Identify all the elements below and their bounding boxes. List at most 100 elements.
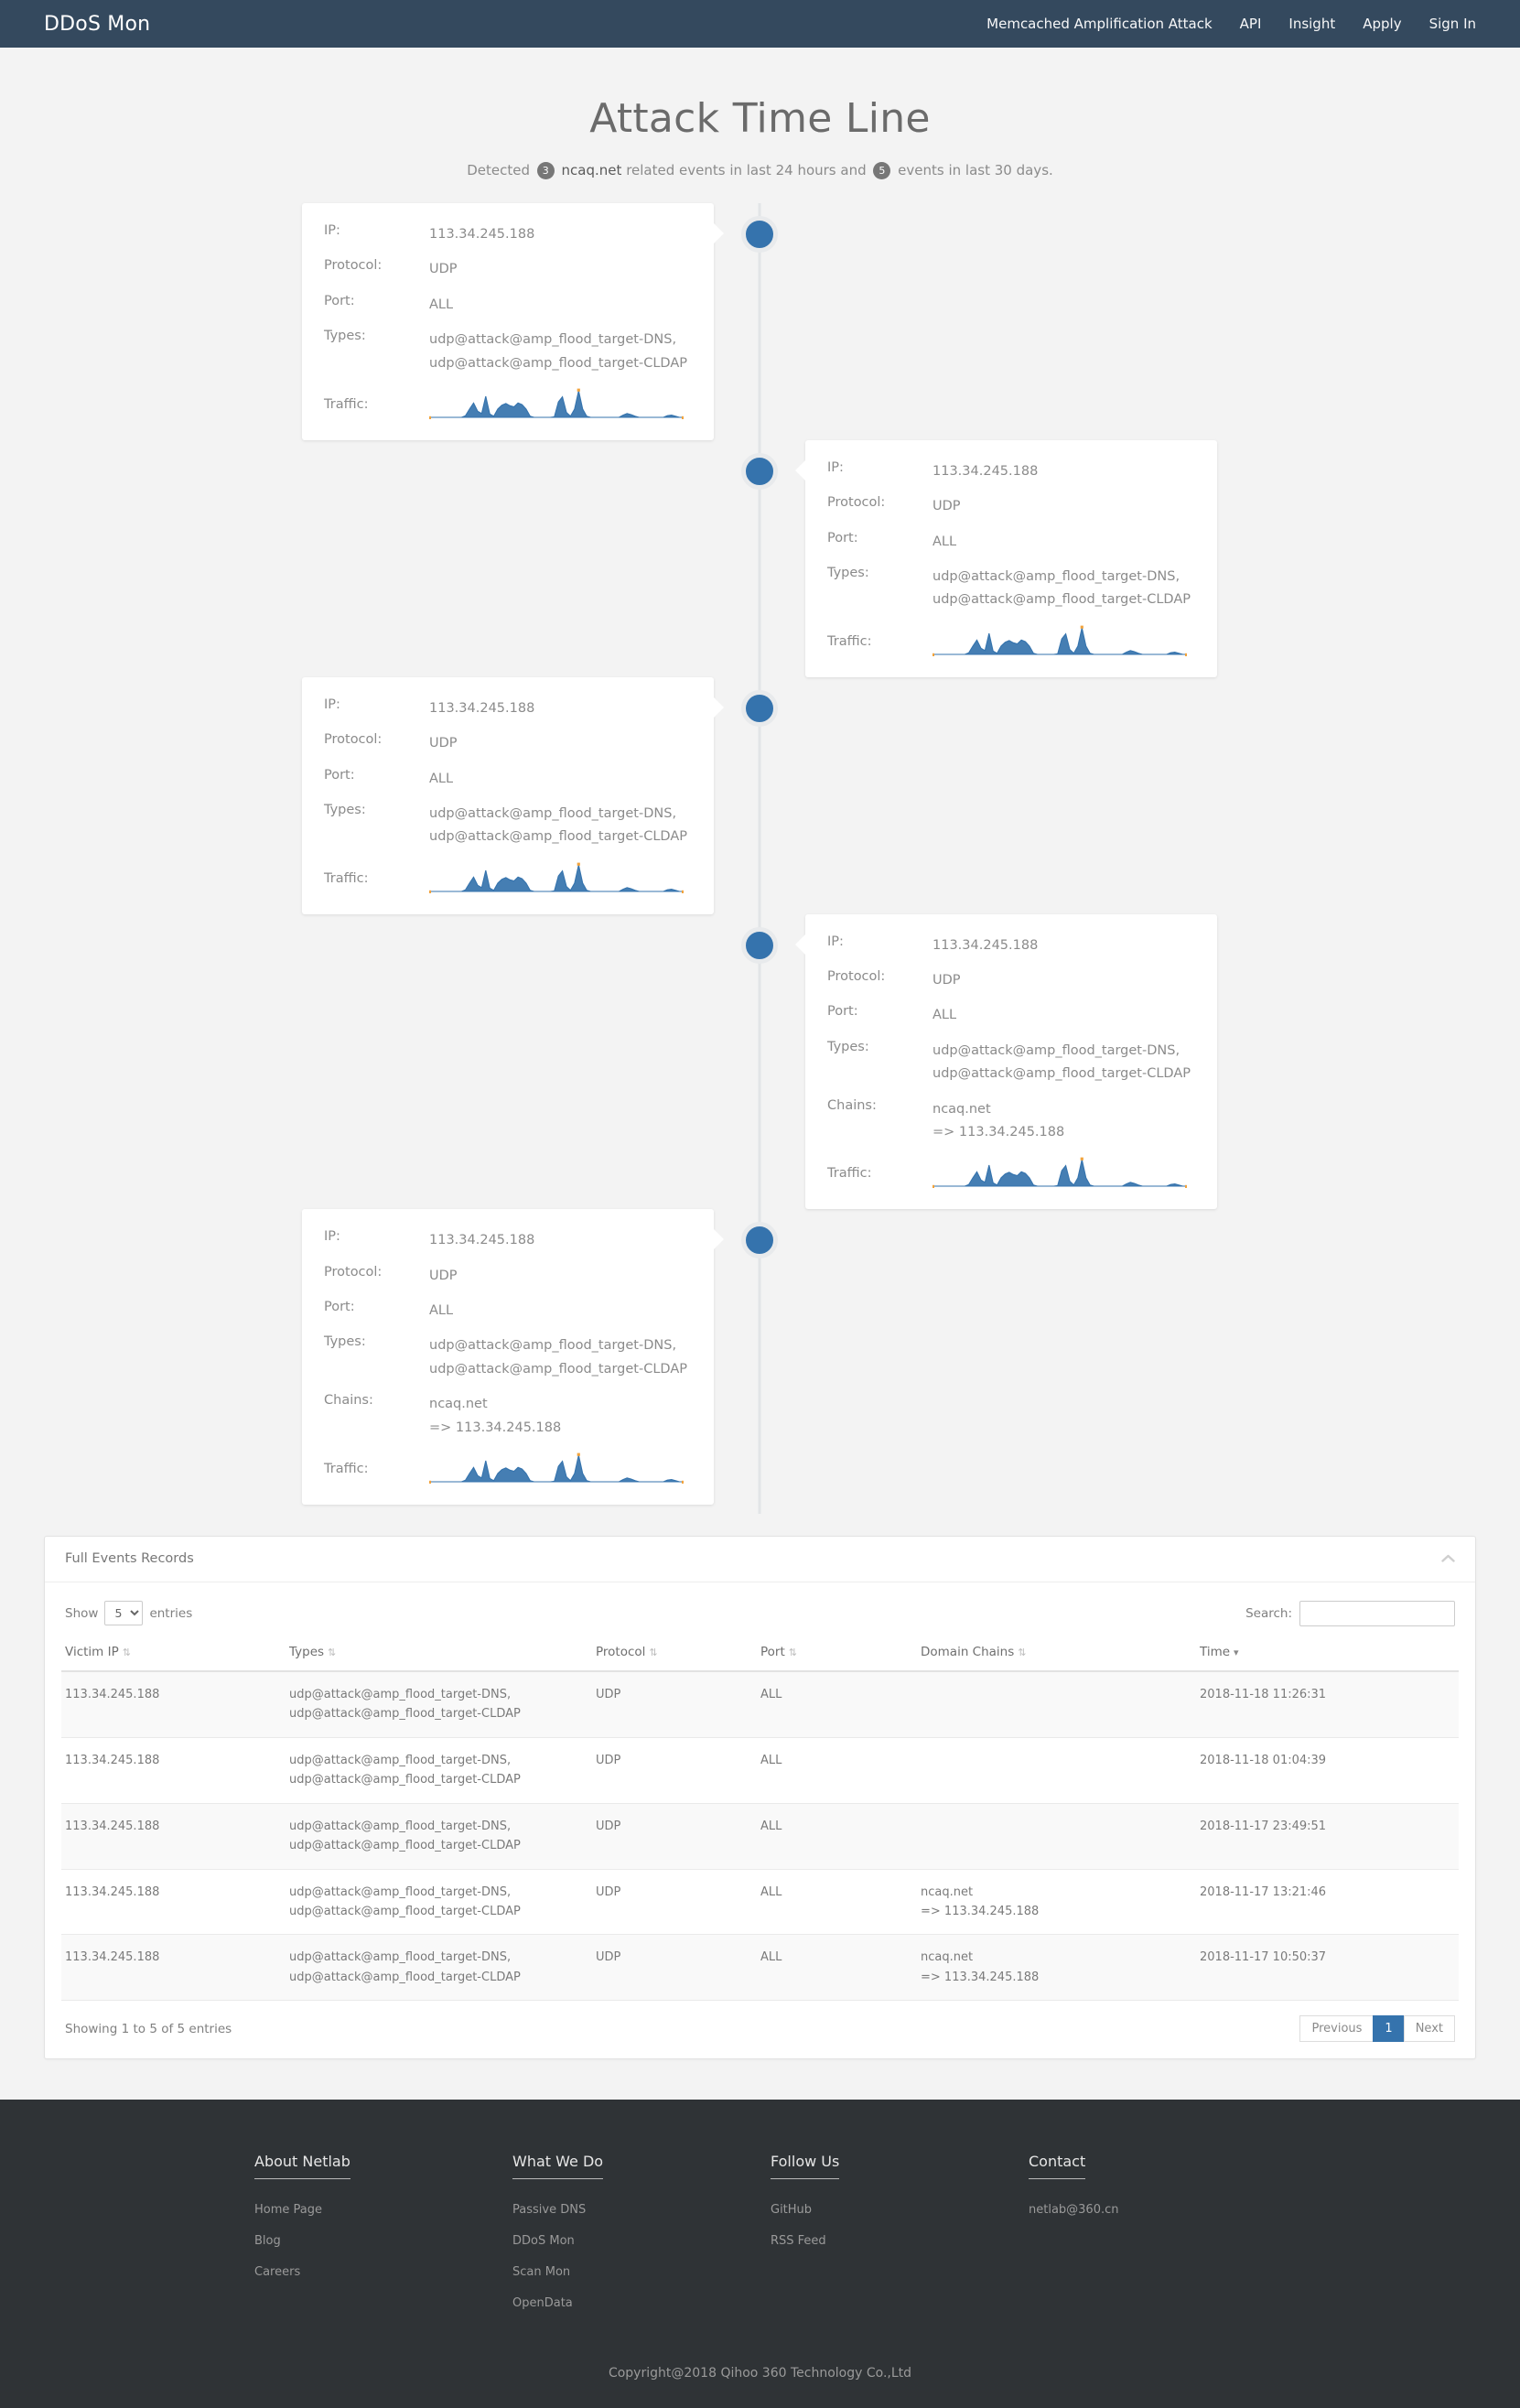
card-field-value: ALL bbox=[429, 1300, 453, 1323]
footer-link-scan-mon[interactable]: Scan Mon bbox=[512, 2265, 570, 2279]
table-column-header-domain-chains[interactable]: Domain Chains ⇅ bbox=[917, 1638, 1196, 1672]
footer-column-heading: Contact bbox=[1029, 2153, 1086, 2180]
page-length-select[interactable]: 5102550100 bbox=[104, 1601, 144, 1626]
footer-link-opendata[interactable]: OpenData bbox=[512, 2296, 573, 2310]
card-field-protocol: Protocol: UDP bbox=[827, 969, 1190, 992]
pagination: Previous 1 Next bbox=[1299, 2015, 1455, 2043]
cell-line: ncaq.net bbox=[921, 1884, 974, 1899]
nav-link-apply[interactable]: Apply bbox=[1363, 16, 1401, 32]
timeline-event-card: IP: 113.34.245.188 Protocol: UDP Port: ALL Typ… bbox=[302, 203, 724, 440]
subtitle-text-1: Detected bbox=[467, 162, 530, 178]
cell-line: UDP bbox=[596, 1753, 621, 1767]
nav-link-memcached-amplification-attack[interactable]: Memcached Amplification Attack bbox=[986, 16, 1213, 32]
nav-link-insight[interactable]: Insight bbox=[1288, 16, 1335, 32]
nav-link-api[interactable]: API bbox=[1240, 16, 1262, 32]
search-input[interactable] bbox=[1299, 1600, 1455, 1626]
footer-link-home-page[interactable]: Home Page bbox=[254, 2203, 322, 2217]
table-row[interactable]: 113.34.245.188 udp@attack@amp_flood_targe… bbox=[61, 1869, 1459, 1936]
footer-link-github[interactable]: GitHub bbox=[771, 2203, 812, 2217]
cell-line: 113.34.245.188 bbox=[65, 1819, 160, 1833]
timeline-dot bbox=[741, 689, 778, 727]
table-column-header-types[interactable]: Types ⇅ bbox=[286, 1638, 592, 1672]
page-title: Attack Time Line bbox=[589, 95, 931, 142]
card-field-label: Traffic: bbox=[324, 396, 369, 412]
footer-link-careers[interactable]: Careers bbox=[254, 2265, 300, 2279]
cell-protocol: UDP bbox=[592, 1934, 757, 2002]
events-table-head: Victim IP ⇅ Types ⇅ Protocol ⇅ Port ⇅ Domain Cha… bbox=[61, 1638, 1459, 1672]
card-field-traffic: Traffic: bbox=[827, 1156, 1190, 1191]
list-item: Home Page bbox=[254, 2199, 512, 2217]
timeline-left-slot: IP: 113.34.245.188 Protocol: UDP Port: ALL Typ… bbox=[0, 676, 760, 914]
cell-domain-chains bbox=[917, 1737, 1196, 1804]
list-item: Scan Mon bbox=[512, 2262, 771, 2279]
table-row[interactable]: 113.34.245.188 udp@attack@amp_flood_targe… bbox=[61, 1737, 1459, 1804]
cell-line: udp@attack@amp_flood_target-CLDAP bbox=[289, 1773, 521, 1787]
footer-column-heading: What We Do bbox=[512, 2153, 604, 2180]
list-item: Passive DNS bbox=[512, 2199, 771, 2217]
footer-link-netlab-360-cn[interactable]: netlab@360.cn bbox=[1029, 2203, 1119, 2217]
pagination-page-1[interactable]: 1 bbox=[1373, 2015, 1404, 2043]
card-field-value-line: 113.34.245.188 bbox=[429, 700, 535, 716]
cell-line: udp@attack@amp_flood_target-DNS, bbox=[289, 1819, 512, 1833]
table-row[interactable]: 113.34.245.188 udp@attack@amp_flood_targe… bbox=[61, 1670, 1459, 1738]
table-column-header-protocol[interactable]: Protocol ⇅ bbox=[592, 1638, 757, 1672]
card-field-port: Port: ALL bbox=[324, 768, 686, 791]
list-item: GitHub bbox=[771, 2199, 1029, 2217]
card-field-label: Port: bbox=[324, 293, 355, 308]
footer-link-rss-feed[interactable]: RSS Feed bbox=[771, 2234, 826, 2248]
card-field-ip: IP: 113.34.245.188 bbox=[324, 1229, 686, 1252]
panel-header[interactable]: Full Events Records bbox=[45, 1537, 1475, 1582]
table-column-header-time[interactable]: Time ▾ bbox=[1196, 1638, 1459, 1672]
cell-line: udp@attack@amp_flood_target-CLDAP bbox=[289, 1904, 521, 1918]
footer-column: About Netlab Home Page Blog Careers bbox=[254, 2153, 512, 2324]
count-24h-badge: 3 bbox=[536, 162, 555, 179]
pagination-next[interactable]: Next bbox=[1403, 2015, 1455, 2043]
cell-protocol: UDP bbox=[592, 1803, 757, 1870]
table-column-header-port[interactable]: Port ⇅ bbox=[757, 1638, 917, 1672]
table-row[interactable]: 113.34.245.188 udp@attack@amp_flood_targe… bbox=[61, 1934, 1459, 2002]
card-field-value-line: udp@attack@amp_flood_target-CLDAP bbox=[429, 1361, 687, 1377]
table-footer: Showing 1 to 5 of 5 entries Previous 1 N… bbox=[61, 2001, 1459, 2047]
timeline-event: 2018-11-1713:21:46IP:113.34.245.188Proto… bbox=[0, 913, 1520, 1210]
card-field-value-line: UDP bbox=[429, 262, 458, 277]
timeline-event-card: IP: 113.34.245.188 Protocol: UDP Port: ALL Typ… bbox=[795, 913, 1217, 1210]
cell-line: 2018-11-17 23:49:51 bbox=[1200, 1819, 1327, 1833]
traffic-sparkline-chart bbox=[429, 388, 684, 419]
card-field-value: 113.34.245.188 bbox=[932, 934, 1038, 957]
cell-victim-ip: 113.34.245.188 bbox=[61, 1869, 286, 1936]
card-field-port: Port: ALL bbox=[324, 1300, 686, 1323]
card-field-value: 113.34.245.188 bbox=[429, 223, 534, 246]
card-field-label: Types: bbox=[324, 329, 366, 344]
show-label: Show bbox=[65, 1605, 99, 1621]
cell-line: 2018-11-17 10:50:37 bbox=[1200, 1950, 1327, 1965]
card-field-value-line: ncaq.net bbox=[429, 1397, 488, 1412]
traffic-sparkline-chart bbox=[932, 625, 1187, 656]
brand-logo[interactable]: DDoS Mon bbox=[44, 13, 150, 36]
cell-time: 2018-11-17 13:21:46 bbox=[1196, 1869, 1459, 1936]
list-item: Blog bbox=[254, 2230, 512, 2248]
card-field-label: IP: bbox=[324, 696, 340, 712]
footer-link-ddos-mon[interactable]: DDoS Mon bbox=[512, 2234, 575, 2248]
card-field-value: UDP bbox=[932, 495, 961, 518]
pagination-previous[interactable]: Previous bbox=[1299, 2015, 1374, 2043]
cell-line: 113.34.245.188 bbox=[65, 1687, 160, 1701]
cell-line: udp@attack@amp_flood_target-DNS, bbox=[289, 1753, 512, 1767]
cell-line: 2018-11-18 01:04:39 bbox=[1200, 1753, 1327, 1767]
sort-both-icon: ⇅ bbox=[122, 1646, 131, 1658]
card-field-types: Types: udp@attack@amp_flood_target-DNS, ud… bbox=[324, 329, 687, 375]
card-field-value: UDP bbox=[932, 969, 961, 992]
cell-port: ALL bbox=[757, 1737, 917, 1804]
cell-line: ALL bbox=[760, 1950, 782, 1965]
table-row[interactable]: 113.34.245.188 udp@attack@amp_flood_targe… bbox=[61, 1803, 1459, 1870]
table-column-header-victim-ip[interactable]: Victim IP ⇅ bbox=[61, 1638, 286, 1672]
cell-line: udp@attack@amp_flood_target-CLDAP bbox=[289, 1839, 521, 1853]
card-field-value: ALL bbox=[932, 531, 956, 554]
card-field-value-line: 113.34.245.188 bbox=[429, 227, 535, 242]
card-field-chains: Chains: ncaq.net => 113.34.245.188 bbox=[324, 1393, 686, 1440]
card-field-value-line: ALL bbox=[429, 771, 454, 786]
chevron-up-icon[interactable] bbox=[1441, 1552, 1455, 1566]
footer-link-passive-dns[interactable]: Passive DNS bbox=[512, 2203, 586, 2217]
card-field-value-line: ALL bbox=[429, 1303, 454, 1318]
footer-link-blog[interactable]: Blog bbox=[254, 2234, 281, 2248]
nav-link-sign-in[interactable]: Sign In bbox=[1429, 16, 1476, 32]
